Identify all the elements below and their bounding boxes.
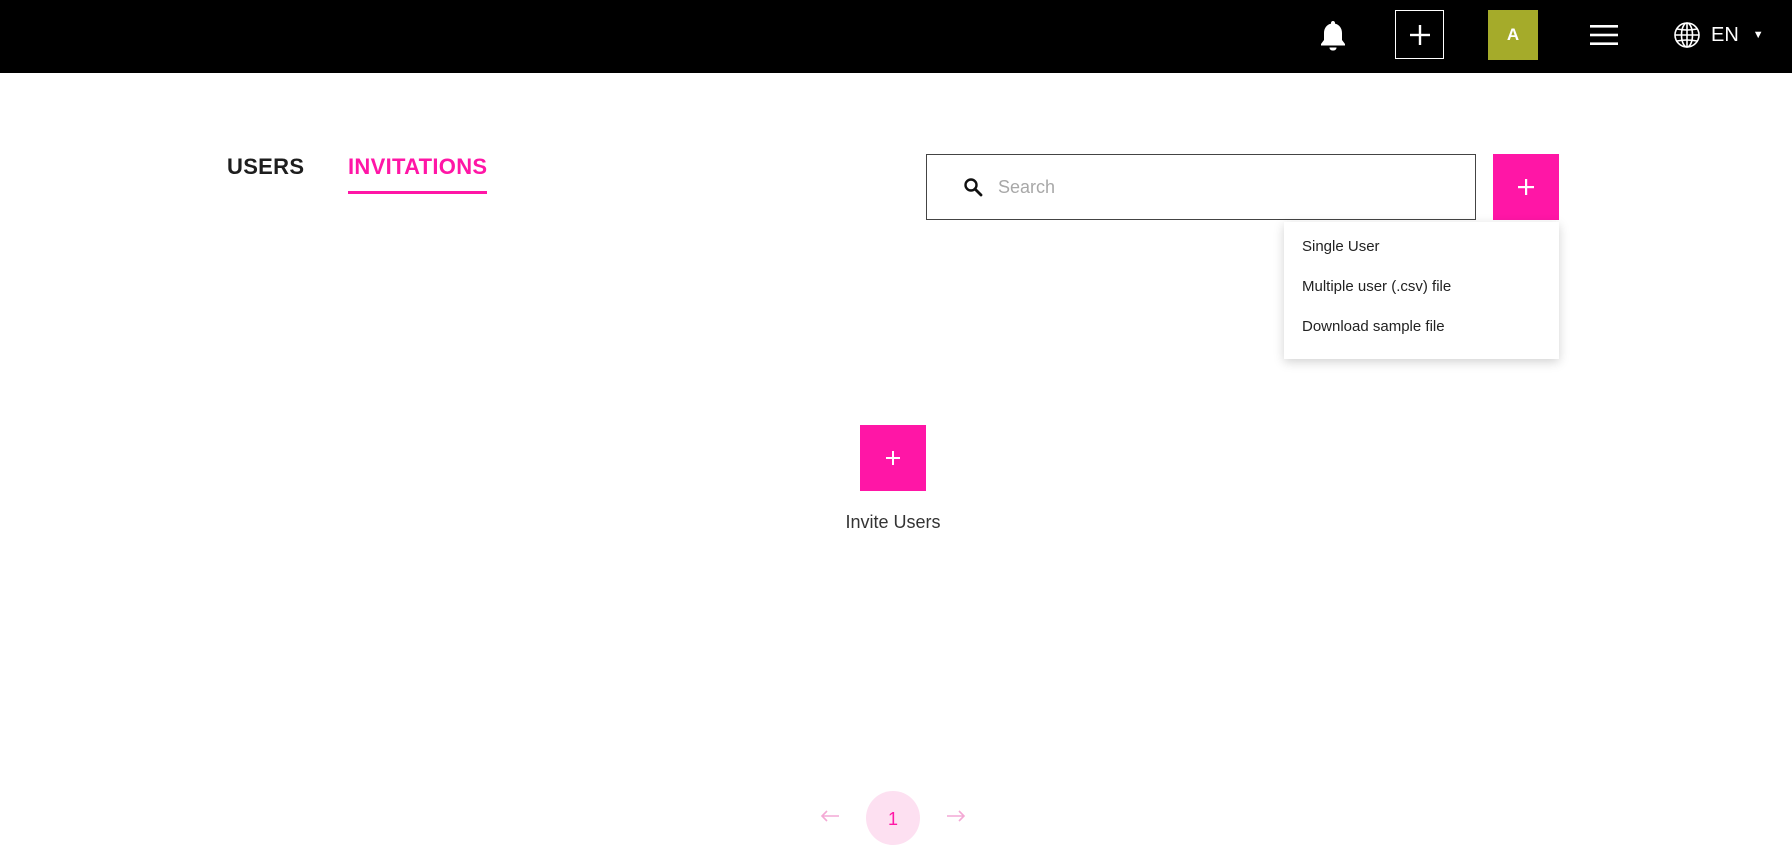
page-number: 1: [887, 809, 898, 829]
globe-icon: [1674, 22, 1700, 48]
add-options-dropdown: Single User Multiple user (.csv) file Do…: [1284, 222, 1559, 359]
avatar-initial: A: [1506, 25, 1520, 44]
menu-item-multiple-users-csv[interactable]: Multiple user (.csv) file: [1284, 277, 1559, 317]
hamburger-menu-button[interactable]: [1588, 20, 1620, 50]
tab-users-label: USERS: [227, 154, 305, 179]
search-icon: [962, 176, 984, 198]
tab-invitations-label: INVITATIONS: [348, 154, 488, 179]
language-selector[interactable]: EN ▼: [1673, 18, 1773, 52]
plus-icon: [1409, 24, 1430, 45]
pagination-next-button[interactable]: [944, 804, 968, 828]
menu-item-label: Single User: [1302, 238, 1380, 255]
pagination-page-1[interactable]: 1: [866, 791, 920, 845]
menu-item-single-user[interactable]: Single User: [1284, 237, 1559, 277]
language-label: EN: [1711, 23, 1739, 46]
user-avatar[interactable]: A: [1488, 10, 1538, 60]
invite-users-button[interactable]: [860, 425, 926, 491]
arrow-right-icon: [947, 810, 966, 822]
plus-icon: [1518, 179, 1534, 195]
quick-add-button[interactable]: [1395, 10, 1444, 59]
menu-item-label: Download sample file: [1302, 318, 1445, 335]
pagination-prev-button[interactable]: [818, 804, 842, 828]
arrow-left-icon: [820, 810, 839, 822]
plus-icon: [886, 451, 900, 465]
caret-down-icon: ▼: [1752, 29, 1764, 41]
hamburger-icon: [1590, 25, 1618, 45]
tab-invitations[interactable]: INVITATIONS: [348, 154, 488, 194]
search-box: [926, 154, 1476, 220]
menu-item-label: Multiple user (.csv) file: [1302, 278, 1452, 295]
top-navigation-bar: A EN ▼: [0, 0, 1792, 73]
add-invitation-button[interactable]: [1493, 154, 1559, 220]
menu-item-download-sample[interactable]: Download sample file: [1284, 317, 1559, 357]
bell-icon[interactable]: [1316, 17, 1350, 53]
invite-users-caption: Invite Users: [845, 512, 941, 532]
active-tab-underline: [348, 191, 488, 194]
tab-users[interactable]: USERS: [227, 154, 304, 194]
search-input[interactable]: [998, 176, 1438, 198]
